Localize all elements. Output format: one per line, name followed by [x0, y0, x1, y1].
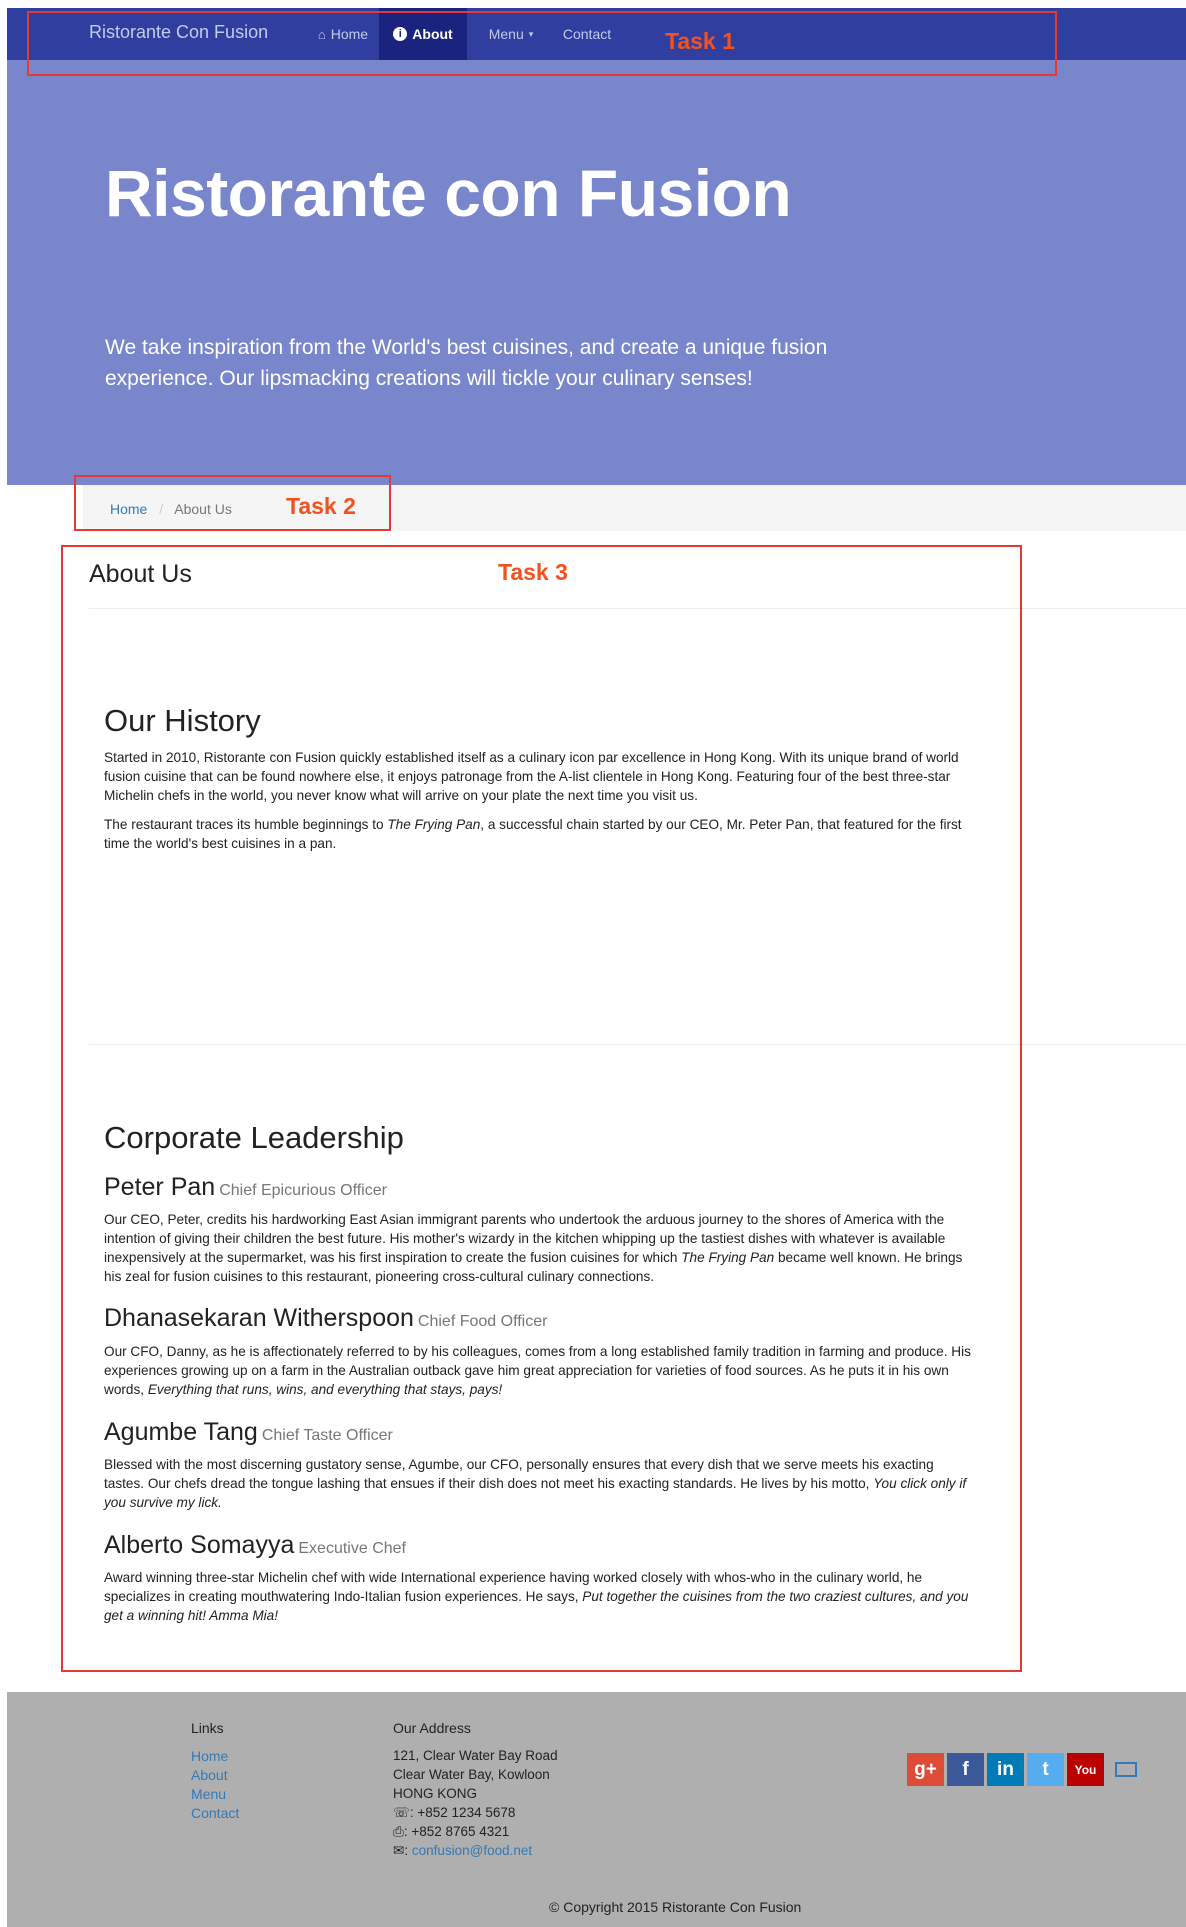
address-line: Clear Water Bay, Kowloon: [393, 1767, 550, 1782]
google-plus-icon[interactable]: g+: [907, 1753, 944, 1786]
phone-icon: ☏: [393, 1805, 410, 1820]
address-line: 121, Clear Water Bay Road: [393, 1748, 558, 1763]
youtube-icon[interactable]: You: [1067, 1753, 1104, 1786]
jumbotron: Ristorante con Fusion We take inspiratio…: [7, 60, 1186, 485]
task-2-label: Task 2: [286, 493, 356, 519]
envelope-icon: ✉: [393, 1843, 405, 1858]
footer-link-about[interactable]: About: [191, 1767, 228, 1783]
footer-address-heading: Our Address: [393, 1720, 471, 1736]
footer-links-heading: Links: [191, 1720, 224, 1736]
footer-email: ✉: confusion@food.net: [393, 1843, 533, 1858]
twitter-icon[interactable]: t: [1027, 1753, 1064, 1786]
page: Ristorante Con Fusion ⌂ Home i About Men…: [7, 8, 1186, 1927]
task-1-label: Task 1: [665, 28, 735, 54]
task-3-label: Task 3: [498, 559, 568, 585]
footer: [7, 1692, 1186, 1927]
task-1-box: [27, 11, 1057, 76]
footer-phone: ☏: +852 1234 5678: [393, 1805, 516, 1820]
footer-fax: ⎙: +852 8765 4321: [393, 1824, 510, 1839]
address-line: HONG KONG: [393, 1786, 478, 1801]
jumbotron-title: Ristorante con Fusion: [105, 156, 792, 230]
linkedin-icon[interactable]: in: [987, 1753, 1024, 1786]
footer-link-contact[interactable]: Contact: [191, 1805, 239, 1821]
facebook-icon[interactable]: f: [947, 1753, 984, 1786]
fax-icon: ⎙: [393, 1824, 404, 1839]
task-3-box: [61, 545, 1022, 1672]
copyright: © Copyright 2015 Ristorante Con Fusion: [549, 1899, 802, 1915]
footer-link-menu[interactable]: Menu: [191, 1786, 226, 1802]
social-buttons: g+ f in t You: [907, 1753, 1137, 1786]
footer-link-home[interactable]: Home: [191, 1748, 228, 1764]
mail-icon[interactable]: [1115, 1762, 1137, 1777]
jumbotron-text: We take inspiration from the World's bes…: [105, 336, 828, 390]
email-link[interactable]: confusion@food.net: [412, 1843, 532, 1858]
